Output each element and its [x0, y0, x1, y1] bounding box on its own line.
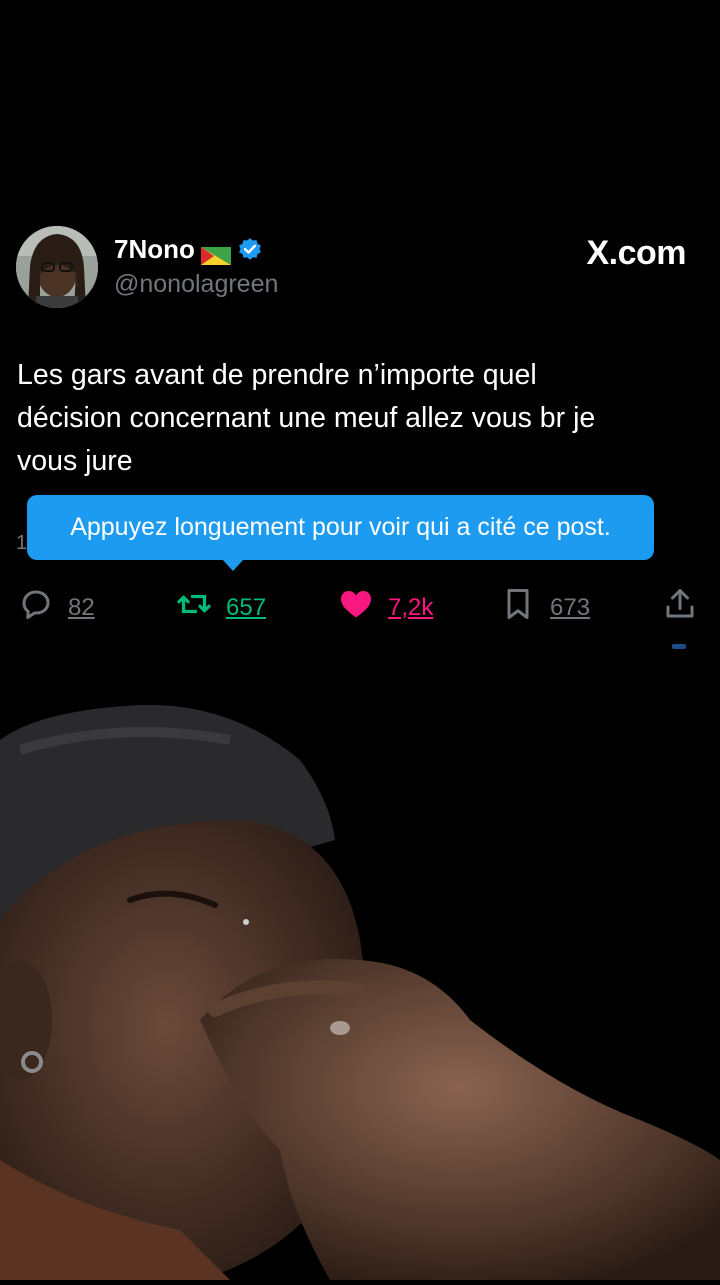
- repost-count: 657: [226, 593, 267, 621]
- avatar[interactable]: [16, 226, 98, 308]
- reply-icon: [18, 586, 54, 629]
- share-button[interactable]: [662, 586, 698, 629]
- heart-icon: [338, 586, 374, 629]
- post-meta-stub: 1: [16, 532, 28, 554]
- bookmark-button[interactable]: 673: [500, 586, 590, 629]
- repost-button[interactable]: 657: [176, 586, 266, 629]
- post-text: Les gars avant de prendre n’importe quel…: [17, 359, 596, 477]
- repost-icon: [176, 586, 212, 629]
- bookmark-count: 673: [550, 593, 591, 621]
- quote-tooltip[interactable]: Appuyez longuement pour voir qui a cité …: [27, 495, 654, 560]
- tooltip-text: Appuyez longuement pour voir qui a cité …: [70, 513, 611, 541]
- display-name-text: 7Nono: [114, 234, 195, 264]
- share-indicator: [672, 644, 686, 649]
- tweet-card: 7Nono @nonolagreen X.com Les gars avant …: [0, 0, 720, 660]
- share-icon: [662, 586, 698, 629]
- french-guiana-flag-icon: [200, 241, 231, 265]
- site-label: X.com: [586, 234, 686, 272]
- tooltip-pointer: [222, 559, 244, 571]
- display-name[interactable]: 7Nono: [114, 234, 263, 265]
- reply-button[interactable]: 82: [18, 586, 95, 629]
- bookmark-icon: [500, 586, 536, 629]
- like-count: 7,2k: [388, 593, 434, 621]
- reply-count: 82: [68, 593, 95, 621]
- verified-badge-icon: [237, 237, 263, 263]
- reaction-photo: [0, 690, 720, 1280]
- user-handle[interactable]: @nonolagreen: [114, 270, 278, 299]
- like-button[interactable]: 7,2k: [338, 586, 433, 629]
